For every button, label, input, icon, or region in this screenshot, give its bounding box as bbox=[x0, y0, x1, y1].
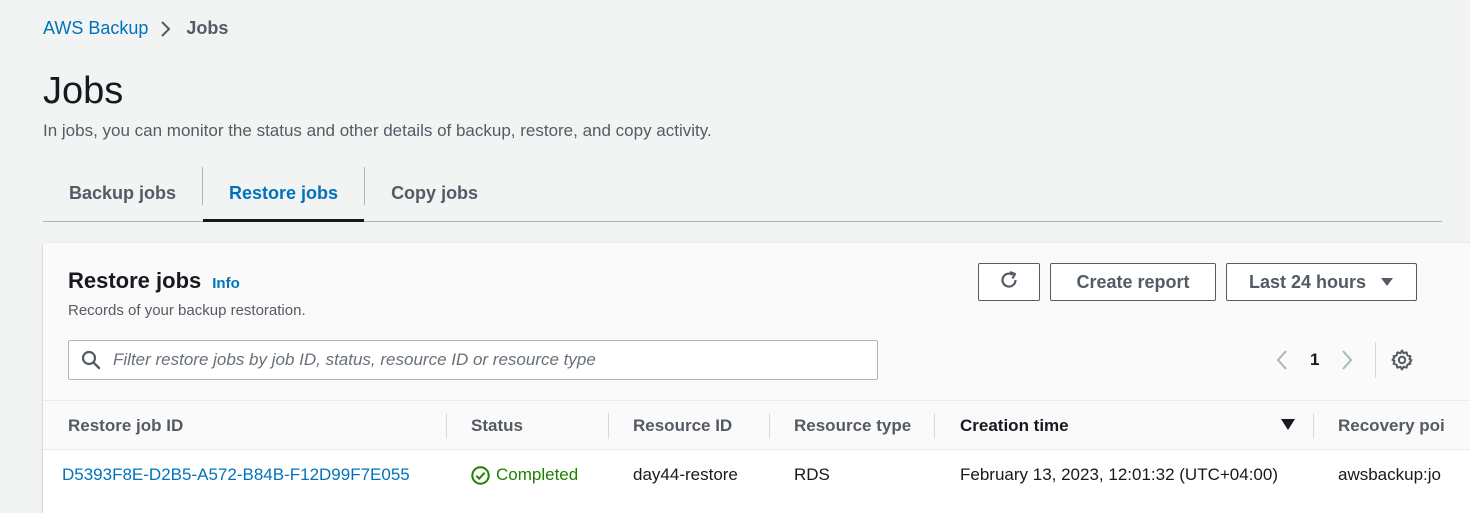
panel-description: Records of your backup restoration. bbox=[68, 302, 306, 319]
time-range-label: Last 24 hours bbox=[1248, 271, 1367, 292]
column-header-recovery-point[interactable]: Recovery poi bbox=[1338, 401, 1445, 451]
job-tabs: Backup jobs Restore jobs Copy jobs bbox=[43, 166, 1442, 222]
page-description: In jobs, you can monitor the status and … bbox=[43, 121, 712, 140]
pager-divider bbox=[1375, 342, 1377, 378]
table-header: Restore job ID Status Resource ID Resour… bbox=[43, 400, 1470, 450]
creation-time-cell: February 13, 2023, 12:01:32 (UTC+04:00) bbox=[960, 465, 1278, 484]
gear-icon[interactable] bbox=[1390, 348, 1414, 372]
search-input[interactable] bbox=[111, 349, 855, 371]
chevron-right-icon bbox=[160, 20, 172, 38]
caret-down-icon bbox=[1380, 277, 1394, 287]
column-header-status[interactable]: Status bbox=[471, 401, 523, 451]
time-range-dropdown[interactable]: Last 24 hours bbox=[1226, 263, 1417, 301]
restore-jobs-table: Restore job ID Status Resource ID Resour… bbox=[43, 400, 1470, 500]
resource-id-cell: day44-restore bbox=[633, 465, 738, 484]
panel-header: Restore jobs Info Records of your backup… bbox=[43, 243, 1470, 400]
chevron-left-icon[interactable] bbox=[1272, 349, 1292, 371]
chevron-right-icon[interactable] bbox=[1337, 349, 1357, 371]
search-icon bbox=[81, 350, 101, 370]
refresh-button[interactable] bbox=[978, 263, 1040, 301]
check-circle-icon bbox=[471, 465, 490, 485]
column-header-resource-id[interactable]: Resource ID bbox=[633, 401, 732, 451]
search-box bbox=[68, 340, 878, 380]
column-divider bbox=[934, 413, 935, 439]
recovery-point-cell: awsbackup:jo bbox=[1338, 465, 1442, 484]
column-header-restore-job-id[interactable]: Restore job ID bbox=[68, 401, 183, 451]
page-number[interactable]: 1 bbox=[1310, 350, 1319, 370]
sort-descending-icon[interactable] bbox=[1281, 419, 1295, 430]
column-divider bbox=[769, 413, 770, 439]
pagination: 1 bbox=[1272, 342, 1414, 378]
column-divider bbox=[608, 413, 609, 439]
tab-backup-jobs[interactable]: Backup jobs bbox=[43, 166, 202, 221]
column-divider bbox=[1313, 413, 1314, 439]
column-header-resource-type[interactable]: Resource type bbox=[794, 401, 911, 451]
resource-type-cell: RDS bbox=[794, 465, 830, 484]
status-text: Completed bbox=[496, 465, 579, 484]
restore-job-id-link[interactable]: D5393F8E-D2B5-A572-B84B-F12D99F7E055 bbox=[62, 450, 410, 500]
page-title: Jobs bbox=[43, 70, 124, 112]
breadcrumb: AWS Backup Jobs bbox=[43, 18, 228, 39]
breadcrumb-current: Jobs bbox=[186, 18, 229, 38]
panel-title-text: Restore jobs bbox=[68, 268, 202, 293]
table-row: D5393F8E-D2B5-A572-B84B-F12D99F7E055 Com… bbox=[43, 450, 1470, 500]
create-report-button[interactable]: Create report bbox=[1050, 263, 1216, 301]
column-header-creation-time[interactable]: Creation time bbox=[960, 401, 1069, 451]
tab-restore-jobs[interactable]: Restore jobs bbox=[203, 166, 365, 222]
restore-jobs-panel: Restore jobs Info Records of your backup… bbox=[43, 243, 1470, 513]
status-cell: Completed bbox=[471, 450, 578, 500]
breadcrumb-aws-backup-link[interactable]: AWS Backup bbox=[43, 18, 148, 39]
column-divider bbox=[446, 413, 447, 439]
panel-title: Restore jobs Info bbox=[68, 268, 240, 294]
tab-copy-jobs[interactable]: Copy jobs bbox=[365, 166, 504, 221]
refresh-icon bbox=[998, 269, 1020, 296]
info-link[interactable]: Info bbox=[212, 275, 240, 292]
